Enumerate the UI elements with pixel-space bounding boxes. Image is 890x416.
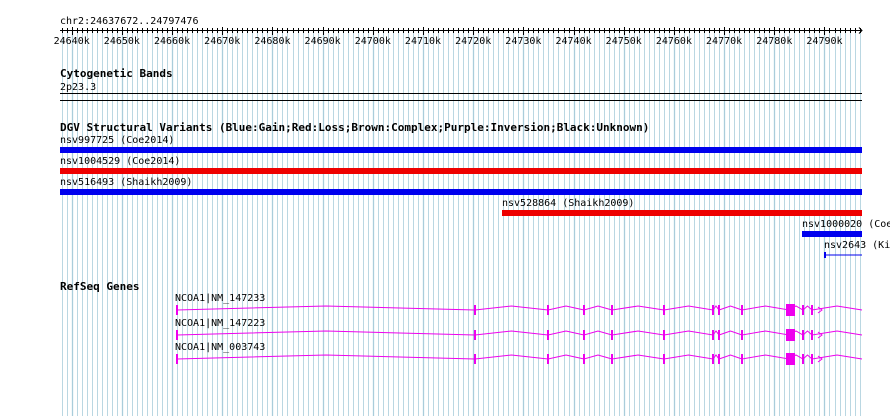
- gene-exon: [611, 354, 613, 364]
- ruler-tick-label: 24700k: [355, 36, 391, 46]
- gene-exon: [583, 354, 585, 364]
- ruler-tick-label: 24660k: [154, 36, 190, 46]
- ruler-tick-label: 24640k: [54, 36, 90, 46]
- ruler-tick-label: 24770k: [706, 36, 742, 46]
- dgv-track-title: DGV Structural Variants (Blue:Gain;Red:L…: [60, 121, 650, 134]
- gene-exon: [474, 305, 476, 315]
- refseq-track-title: RefSeq Genes: [60, 280, 140, 293]
- ruler-tick-label: 24670k: [204, 36, 240, 46]
- variant-bar-nsv516493[interactable]: [60, 189, 862, 195]
- variant-label-nsv1004529: nsv1004529 (Coe2014): [60, 156, 181, 167]
- gene-exon-block: [786, 329, 795, 341]
- gene-intron-line: [176, 305, 863, 311]
- gene-intron-line: [176, 330, 863, 336]
- gene-exon: [802, 305, 804, 315]
- ruler-tick-label: 24730k: [505, 36, 541, 46]
- gene-exon: [802, 330, 804, 340]
- gene-exon: [547, 305, 549, 315]
- gene-exon: [663, 305, 665, 315]
- ruler-tick-label: 24790k: [806, 36, 842, 46]
- gene-exon: [741, 305, 743, 315]
- ruler-tick-label: 24650k: [104, 36, 140, 46]
- gene-exon: [802, 354, 804, 364]
- gene-model-nm-003743[interactable]: [0, 351, 890, 367]
- variant-bar-nsv1000020[interactable]: [802, 231, 862, 237]
- gene-exon: [811, 330, 813, 340]
- gene-exon: [741, 330, 743, 340]
- gene-exon: [712, 354, 714, 364]
- variant-bar-nsv528864[interactable]: [502, 210, 862, 216]
- variant-label-nsv1000020: nsv1000020 (Coe: [802, 219, 890, 230]
- coordinate-ruler[interactable]: 24640k 24650k 24660k 24670k 24680k 24690k 2470…: [0, 24, 890, 46]
- ruler-tick-label: 24780k: [756, 36, 792, 46]
- strand-arrow-icon: [817, 355, 823, 363]
- gene-exon-block: [786, 353, 795, 365]
- gene-exon: [611, 305, 613, 315]
- gene-model-nm-147223[interactable]: [0, 327, 890, 343]
- gene-exon: [547, 330, 549, 340]
- variant-label-nsv2643: nsv2643 (Ki: [824, 240, 890, 251]
- variant-label-nsv997725: nsv997725 (Coe2014): [60, 135, 175, 146]
- gene-intron-line: [176, 354, 863, 360]
- gene-exon-block: [786, 304, 795, 316]
- strand-arrow-icon: [817, 331, 823, 339]
- gene-exon: [741, 354, 743, 364]
- ruler-tick-label: 24680k: [254, 36, 290, 46]
- gene-exon: [811, 305, 813, 315]
- variant-bar-nsv1004529[interactable]: [60, 168, 862, 174]
- gene-exon: [718, 305, 720, 315]
- gene-exon: [663, 354, 665, 364]
- variant-bar-nsv2643[interactable]: [0, 251, 890, 259]
- ruler-tick-label: 24750k: [606, 36, 642, 46]
- gene-exon: [611, 330, 613, 340]
- gene-exon: [583, 330, 585, 340]
- cytoband-ideogram[interactable]: [0, 92, 890, 102]
- ruler-tick-label: 24710k: [405, 36, 441, 46]
- variant-bar-nsv997725[interactable]: [60, 147, 862, 153]
- ruler-tick-label: 24760k: [656, 36, 692, 46]
- gene-exon: [474, 330, 476, 340]
- gene-exon: [176, 305, 178, 315]
- strand-arrow-icon: [817, 306, 823, 314]
- gene-exon: [811, 354, 813, 364]
- ruler-tick-label: 24740k: [555, 36, 591, 46]
- gene-exon: [583, 305, 585, 315]
- gene-exon: [718, 354, 720, 364]
- gene-exon: [718, 330, 720, 340]
- gene-exon: [176, 354, 178, 364]
- variant-label-nsv528864: nsv528864 (Shaikh2009): [502, 198, 635, 209]
- variant-label-nsv516493: nsv516493 (Shaikh2009): [60, 177, 193, 188]
- ruler-tick-label: 24690k: [305, 36, 341, 46]
- gene-exon: [176, 330, 178, 340]
- gene-exon: [712, 330, 714, 340]
- gene-exon: [712, 305, 714, 315]
- cytoband-track-title: Cytogenetic Bands: [60, 67, 173, 80]
- gene-model-nm-147233[interactable]: [0, 302, 890, 318]
- gene-exon: [663, 330, 665, 340]
- genome-browser-viewer[interactable]: chr2:24637672..24797476 24640k 24650k 2466…: [0, 0, 890, 416]
- ruler-tick-label: 24720k: [455, 36, 491, 46]
- gene-exon: [474, 354, 476, 364]
- gene-exon: [547, 354, 549, 364]
